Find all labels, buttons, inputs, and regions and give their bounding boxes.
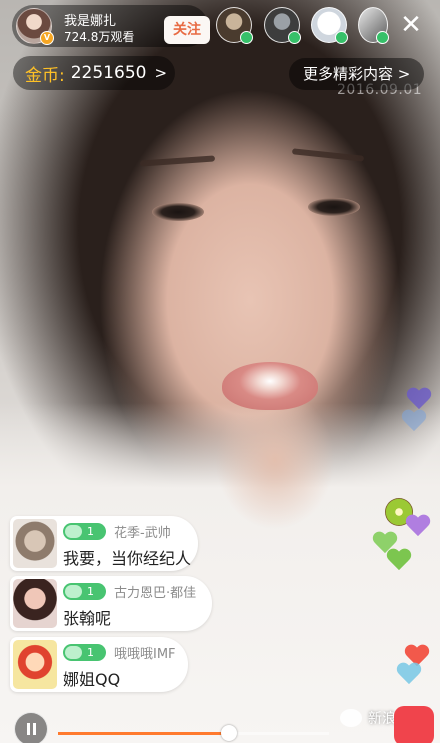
viewer-avatar[interactable]	[216, 7, 253, 44]
heart-icon	[405, 515, 431, 539]
chat-comment: 1 古力恩巴·都佳 张翰呢	[10, 576, 212, 631]
viewer-count: 724.8万观看	[64, 30, 135, 44]
more-content-button[interactable]: 更多精彩内容 >	[289, 58, 424, 90]
host-name: 我是娜扎	[64, 14, 117, 29]
heart-icon	[401, 410, 427, 434]
viewer-avatar[interactable]	[358, 7, 389, 44]
progress-remaining[interactable]	[237, 732, 329, 735]
coin-label: 金币:	[25, 65, 65, 86]
gift-icon[interactable]	[394, 706, 434, 743]
video-left-eye	[152, 203, 204, 221]
heart-icon	[396, 663, 422, 687]
level-badge: 1	[63, 523, 106, 540]
wechat-icon	[340, 709, 362, 727]
level-dot-icon	[376, 31, 389, 44]
progress-thumb[interactable]	[221, 725, 237, 741]
heart-icon	[386, 549, 412, 573]
pause-icon[interactable]	[14, 712, 48, 743]
level-dot-icon	[335, 31, 348, 44]
video-lips	[222, 362, 318, 410]
comment-text: 张翰呢	[63, 609, 112, 628]
level-badge: 1	[63, 644, 106, 661]
commenter-avatar[interactable]	[13, 519, 57, 568]
chat-comment: 1 花季-武帅 我要，当你经纪人	[10, 516, 198, 571]
level-badge: 1	[63, 583, 106, 600]
commenter-name[interactable]: 哦哦哦IMF	[114, 643, 176, 662]
commenter-avatar[interactable]	[13, 640, 57, 689]
video-right-eye	[308, 198, 360, 216]
follow-button[interactable]: 关注	[164, 16, 210, 44]
comment-text: 我要，当你经纪人	[63, 549, 192, 568]
coin-balance-pill[interactable]: 金币: 2251650 >	[13, 56, 175, 90]
chat-comment: 1 哦哦哦IMF 娜姐QQ	[10, 637, 188, 692]
verified-badge-icon: V	[40, 31, 54, 45]
comment-text: 娜姐QQ	[63, 670, 121, 689]
commenter-avatar[interactable]	[13, 579, 57, 628]
host-avatar[interactable]: V	[16, 8, 54, 45]
level-dot-icon	[288, 31, 301, 44]
coin-value: 2251650	[70, 63, 147, 83]
commenter-name[interactable]: 花季-武帅	[114, 522, 171, 541]
chevron-right-icon: >	[154, 64, 168, 82]
level-dot-icon	[240, 31, 253, 44]
progress-played[interactable]	[58, 732, 230, 735]
close-icon[interactable]: ✕	[395, 9, 427, 41]
viewer-avatar[interactable]	[264, 7, 301, 44]
commenter-name[interactable]: 古力恩巴·都佳	[114, 582, 196, 601]
viewer-avatar[interactable]	[311, 7, 348, 44]
video-neck-area	[215, 390, 335, 530]
host-info-pill[interactable]: V 我是娜扎 724.8万观看 关注	[12, 5, 210, 47]
